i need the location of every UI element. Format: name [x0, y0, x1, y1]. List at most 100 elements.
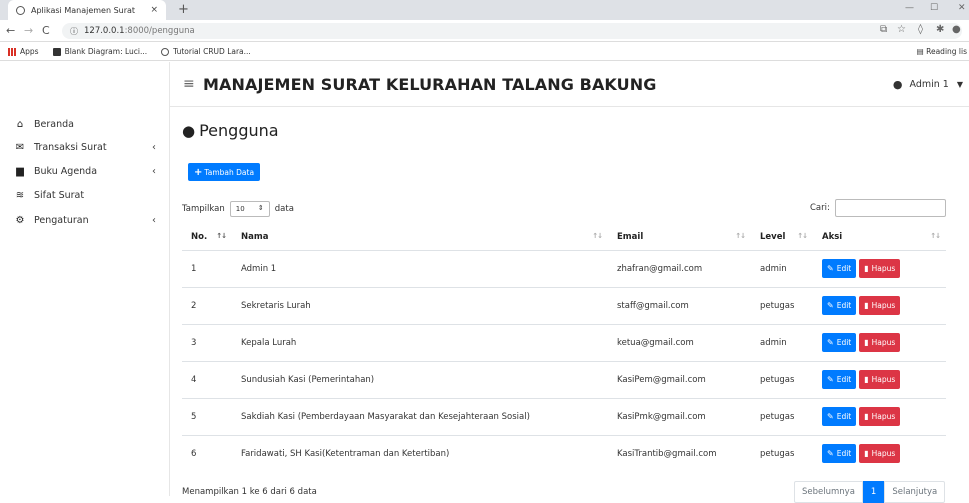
delete-button[interactable]: ▮ Hapus: [859, 444, 901, 464]
user-icon: ●: [182, 121, 196, 140]
cell-nama: Kepala Lurah: [232, 323, 608, 361]
pagination-current[interactable]: 1: [862, 481, 885, 503]
pagination-next[interactable]: Selanjutya: [884, 481, 946, 503]
cell-aksi: ✎ Edit ▮ Hapus: [813, 323, 946, 361]
bookmark-apps[interactable]: Apps: [8, 47, 39, 56]
edit-button[interactable]: ✎ Edit: [822, 333, 857, 352]
cell-aksi: ✎ Edit ▮ Hapus: [813, 286, 946, 324]
main-content: ● Pengguna + Tambah Data Tampilkan 10 ⇕ …: [170, 108, 969, 503]
forward-icon[interactable]: →: [24, 24, 33, 37]
back-icon[interactable]: ←: [6, 24, 15, 37]
delete-button[interactable]: ▮ Hapus: [859, 259, 901, 278]
user-name: Admin 1: [909, 79, 949, 90]
maximize-icon[interactable]: ☐: [930, 3, 938, 13]
tab-close-icon[interactable]: ×: [150, 5, 158, 15]
cell-nama: Faridawati, SH Kasi(Ketentraman dan Kete…: [232, 434, 608, 472]
column-header-level[interactable]: Level ↑↓: [751, 225, 813, 251]
cell-no: 6: [182, 434, 232, 472]
cell-aksi: ✎ Edit ▮ Hapus: [813, 434, 946, 472]
extensions-icon[interactable]: ✱: [936, 24, 944, 35]
caret-down-icon: ▼: [956, 80, 963, 89]
menu-toggle-icon[interactable]: ≡: [183, 76, 195, 92]
pencil-icon: ✎: [827, 412, 834, 421]
browser-tab[interactable]: Aplikasi Manajemen Surat ×: [8, 0, 166, 20]
profile-icon[interactable]: ●: [952, 24, 961, 35]
delete-button[interactable]: ▮ Hapus: [859, 370, 901, 389]
edit-button[interactable]: ✎ Edit: [822, 370, 857, 389]
column-header-no[interactable]: No. ↑↓: [182, 225, 232, 251]
app-title: MANAJEMEN SURAT KELURAHAN TALANG BAKUNG: [203, 75, 657, 94]
edit-button[interactable]: ✎ Edit: [822, 407, 857, 426]
edit-button[interactable]: ✎ Edit: [822, 444, 857, 464]
bookmark-blank-diagram[interactable]: Blank Diagram: Luci...: [52, 47, 147, 56]
page-title: ● Pengguna: [182, 121, 279, 140]
edit-button[interactable]: ✎ Edit: [822, 259, 857, 278]
cell-no: 5: [182, 397, 232, 435]
url-field[interactable]: ⓘ 127.0.0.1 :8000/pengguna: [62, 23, 962, 39]
sidebar-item-sifat-surat[interactable]: ≋ Sifat Surat: [14, 190, 156, 201]
bookmarks-bar: Apps Blank Diagram: Luci... Tutorial CRU…: [0, 43, 969, 61]
delete-button[interactable]: ▮ Hapus: [859, 296, 901, 315]
reading-list[interactable]: ▤ Reading lis: [917, 47, 967, 56]
sidebar: ⌂ Beranda ✉ Transaksi Surat ‹ ▆ Buku Age…: [0, 62, 170, 496]
chevron-left-icon: ‹: [152, 166, 156, 177]
bookmark-tutorial[interactable]: Tutorial CRUD Lara...: [161, 47, 251, 56]
edit-button[interactable]: ✎ Edit: [822, 296, 857, 315]
add-data-button[interactable]: + Tambah Data: [188, 163, 261, 181]
minimize-icon[interactable]: —: [905, 3, 914, 13]
site-icon: [161, 47, 170, 56]
chevron-left-icon: ‹: [152, 215, 156, 226]
sidebar-item-pengaturan[interactable]: ⚙ Pengaturan ‹: [14, 215, 156, 226]
sidebar-item-transaksi-surat[interactable]: ✉ Transaksi Surat ‹: [14, 142, 156, 153]
cell-level: petugas: [751, 397, 813, 435]
cell-email: KasiPmk@gmail.com: [608, 397, 751, 435]
tab-title: Aplikasi Manajemen Surat: [31, 5, 136, 15]
page-length-select[interactable]: 10 ⇕: [229, 201, 270, 217]
table-row: 4 Sundusiah Kasi (Pemerintahan) KasiPem@gm…: [182, 360, 946, 398]
sort-icon: ↑↓: [735, 232, 746, 240]
pencil-icon: ✎: [827, 301, 834, 310]
search-input[interactable]: [834, 199, 946, 217]
cell-nama: Sekretaris Lurah: [232, 286, 608, 324]
pagination-prev[interactable]: Sebelumnya: [794, 481, 863, 503]
column-header-nama[interactable]: Nama ↑↓: [232, 225, 608, 251]
cell-email: zhafran@gmail.com: [608, 249, 751, 287]
trash-icon: ▮: [864, 301, 869, 310]
cell-aksi: ✎ Edit ▮ Hapus: [813, 397, 946, 435]
trash-icon: ▮: [864, 264, 869, 273]
sidebar-item-beranda[interactable]: ⌂ Beranda: [14, 119, 156, 130]
book-icon: ▆: [16, 166, 24, 177]
info-icon: ⓘ: [70, 26, 78, 36]
select-arrows-icon: ⇕: [257, 204, 264, 212]
pencil-icon: ✎: [827, 338, 834, 347]
plus-icon: +: [194, 166, 203, 178]
cogs-icon: ⚙: [15, 215, 25, 226]
sort-icon: ↑↓: [592, 232, 603, 240]
reload-icon[interactable]: C: [42, 24, 50, 37]
delete-button[interactable]: ▮ Hapus: [859, 333, 901, 352]
cell-nama: Admin 1: [232, 249, 608, 287]
user-menu[interactable]: ● Admin 1 ▼: [893, 78, 963, 91]
chevron-left-icon: ‹: [152, 142, 156, 153]
url-host: 127.0.0.1: [84, 26, 125, 36]
delete-button[interactable]: ▮ Hapus: [859, 407, 901, 426]
cell-no: 1: [182, 249, 232, 287]
pagination: Sebelumnya 1 Selanjutya: [794, 481, 946, 503]
share-icon[interactable]: ⧉: [880, 24, 887, 35]
cell-email: KasiTrantib@gmail.com: [608, 434, 751, 472]
window-close-icon[interactable]: ✕: [958, 3, 966, 13]
sort-icon: ↑↓: [930, 232, 941, 240]
browser-tab-bar: Aplikasi Manajemen Surat × + — ☐ ✕: [0, 0, 969, 20]
sidebar-item-buku-agenda[interactable]: ▆ Buku Agenda ‹: [14, 166, 156, 177]
trash-icon: ▮: [864, 375, 869, 384]
shield-icon[interactable]: ◊: [918, 24, 923, 35]
column-header-aksi[interactable]: Aksi ↑↓: [813, 225, 946, 251]
layers-icon: ≋: [15, 190, 25, 201]
bookmark-star-icon[interactable]: ☆: [897, 24, 906, 35]
table-row: 3 Kepala Lurah ketua@gmail.com admin ✎ Edit ▮ H…: [182, 323, 946, 361]
new-tab-button[interactable]: +: [178, 2, 189, 17]
column-header-email[interactable]: Email ↑↓: [608, 225, 751, 251]
pencil-icon: ✎: [827, 449, 834, 459]
page-length-control: Tampilkan 10 ⇕ data: [182, 201, 294, 217]
cell-email: ketua@gmail.com: [608, 323, 751, 361]
